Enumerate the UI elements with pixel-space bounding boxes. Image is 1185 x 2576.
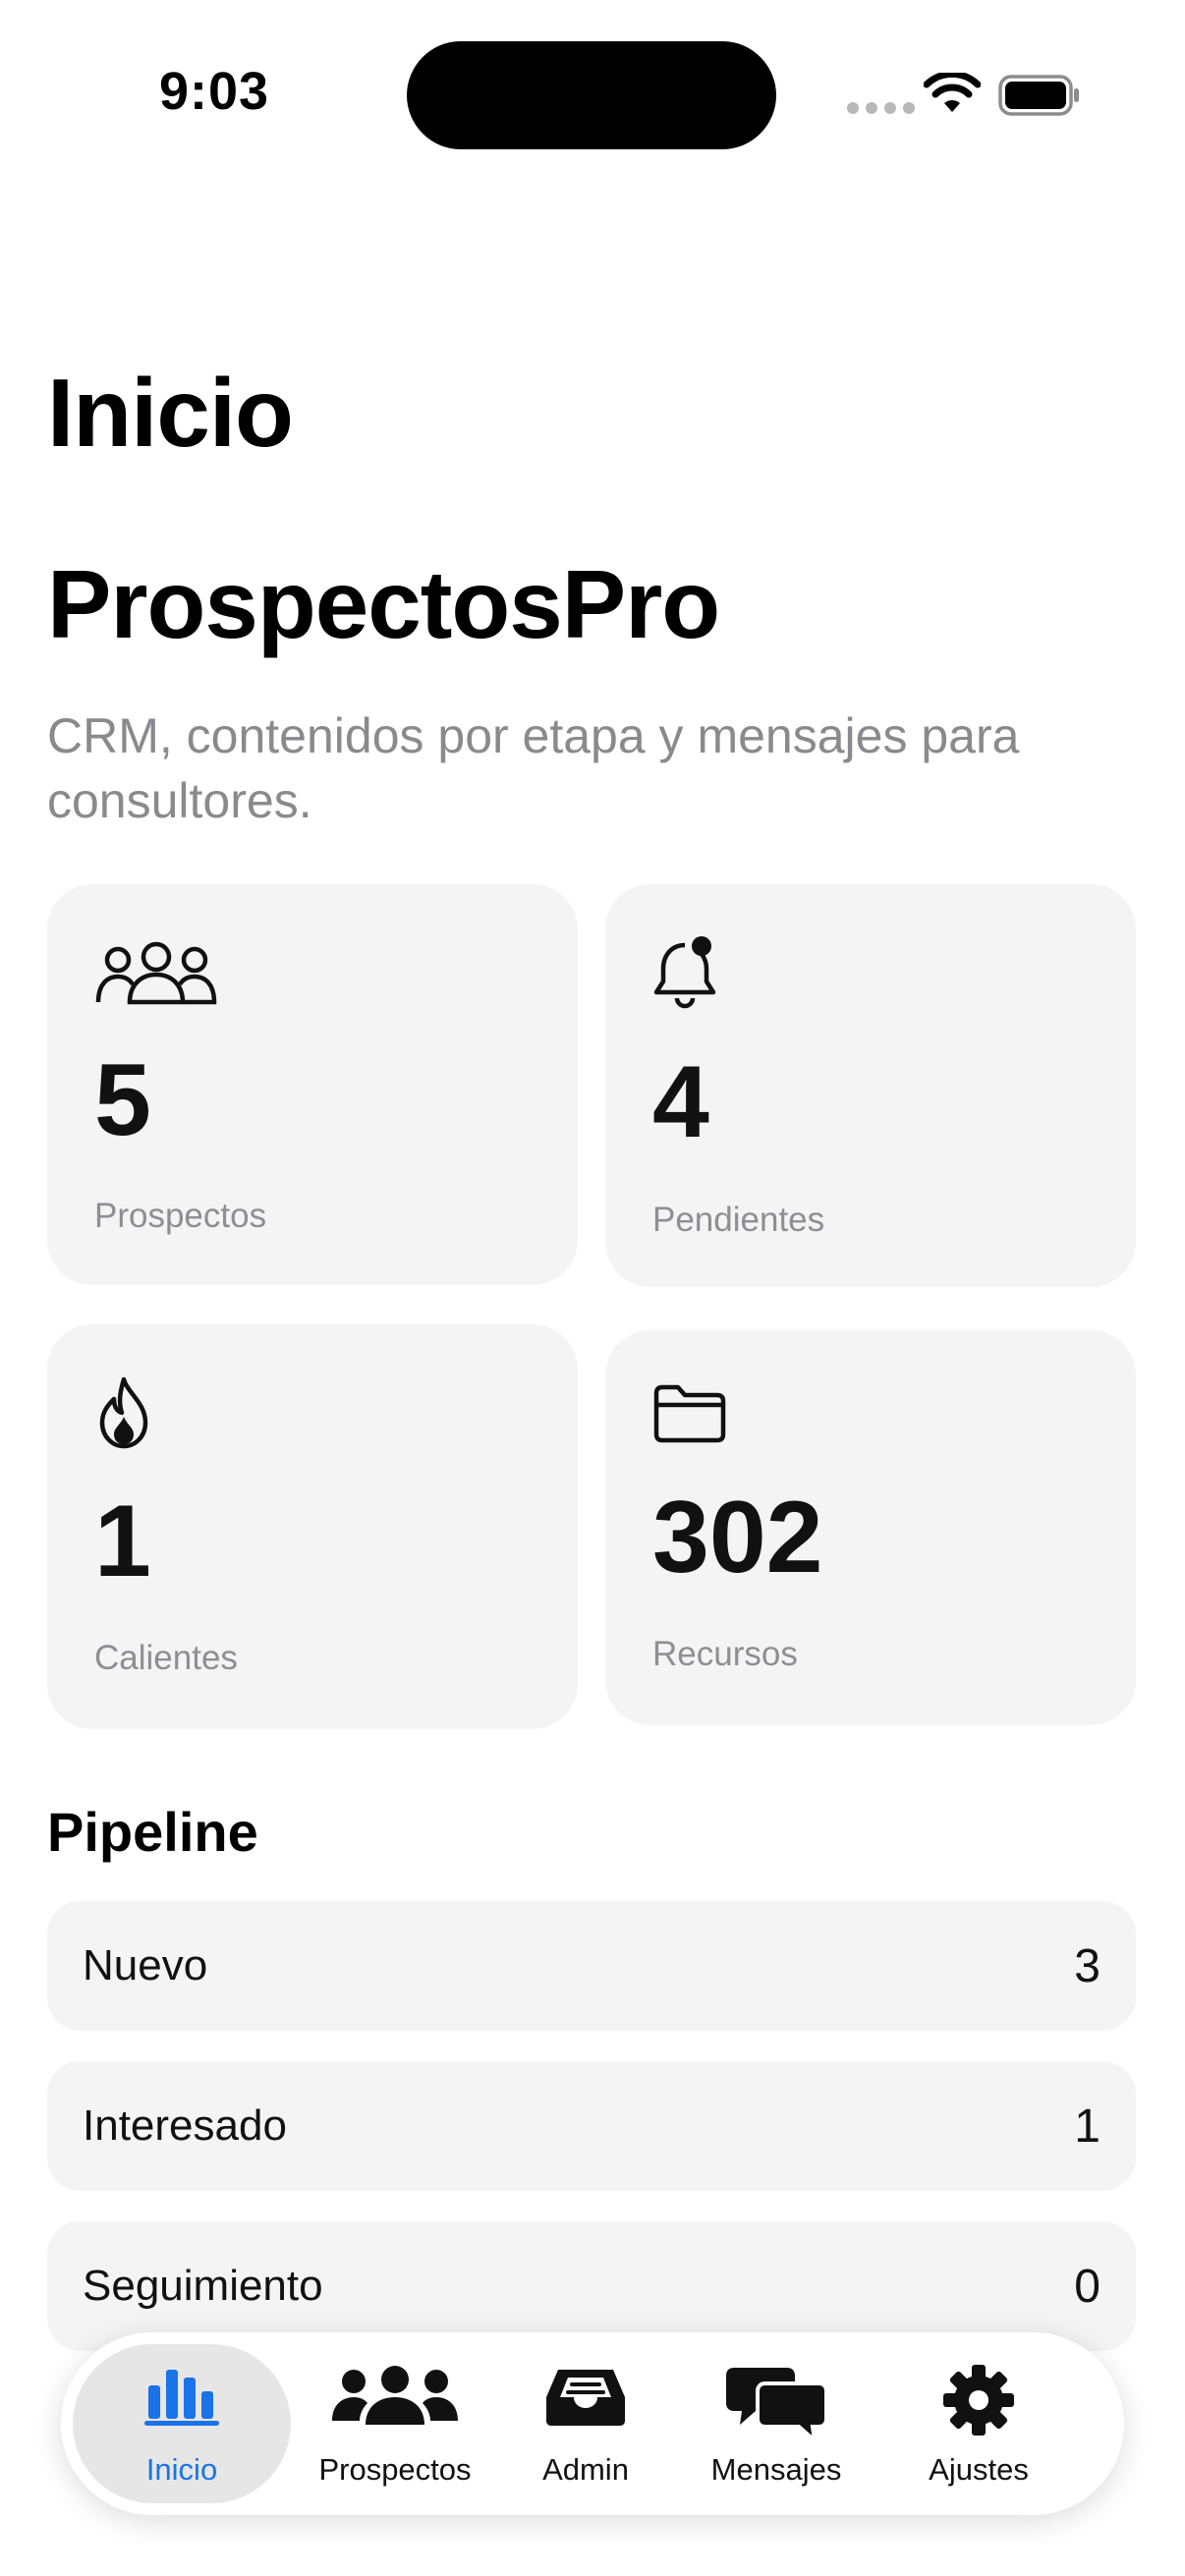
people-fill-icon [332,2366,458,2425]
pipeline-row-interesado[interactable]: Interesado 1 [47,2061,1136,2191]
pipeline-stage-label: Nuevo [83,1941,208,1989]
app-tagline: CRM, contenidos por etapa y mensajes par… [47,708,1020,828]
tab-label: Admin [542,2452,629,2487]
app-name: ProspectosPro [47,550,720,658]
stat-value: 1 [94,1484,151,1598]
people-icon [95,941,217,1005]
stat-value: 5 [94,1043,151,1157]
folder-icon [653,1384,726,1443]
status-time: 9:03 [159,62,270,121]
stat-label: Prospectos [94,1197,267,1235]
tab-mensajes[interactable]: Mensajes [676,2332,876,2515]
stat-card-recursos[interactable]: 302 Recursos [605,1330,1136,1725]
tab-prospectos[interactable]: Prospectos [297,2332,493,2515]
tab-label: Prospectos [318,2452,472,2487]
tab-bar: Inicio Prospectos Admin Mensajes Ajustes [61,2332,1124,2515]
cellular-signal-icon [847,102,915,114]
pipeline-stage-label: Interesado [83,2101,287,2150]
tab-ajustes[interactable]: Ajustes [882,2332,1075,2515]
stat-card-calientes[interactable]: 1 Calientes [47,1324,578,1729]
chart-bars-icon [144,2370,219,2426]
stat-label: Pendientes [652,1201,825,1239]
pipeline-stage-count: 3 [1074,1939,1100,1992]
gear-icon [943,2365,1014,2436]
tab-label: Inicio [145,2452,218,2487]
stat-value: 302 [652,1481,823,1595]
stat-label: Calientes [94,1639,238,1677]
stat-card-pendientes[interactable]: 4 Pendientes [605,884,1136,1287]
pipeline-stage-label: Seguimiento [83,2262,323,2310]
tab-inicio[interactable]: Inicio [61,2332,303,2515]
page-title: Inicio [47,359,294,467]
tab-label: Ajustes [929,2452,1029,2487]
pipeline-title: Pipeline [47,1801,258,1863]
tab-label: Mensajes [710,2452,842,2487]
stat-card-prospectos[interactable]: 5 Prospectos [47,884,578,1285]
chat-bubbles-icon [726,2368,826,2440]
stat-value: 4 [652,1045,709,1159]
stat-label: Recursos [652,1635,798,1673]
pipeline-stage-count: 0 [1074,2260,1100,2313]
status-bar: 9:03 [0,0,1185,187]
battery-icon [998,75,1079,116]
pipeline-stage-count: 1 [1074,2100,1100,2153]
pipeline-row-nuevo[interactable]: Nuevo 3 [47,1901,1136,2031]
wifi-icon [924,73,981,112]
flame-icon [99,1376,148,1449]
dynamic-island [407,41,776,149]
bell-badge-icon [653,936,716,1009]
tray-icon [546,2370,625,2426]
tab-admin[interactable]: Admin [499,2332,672,2515]
